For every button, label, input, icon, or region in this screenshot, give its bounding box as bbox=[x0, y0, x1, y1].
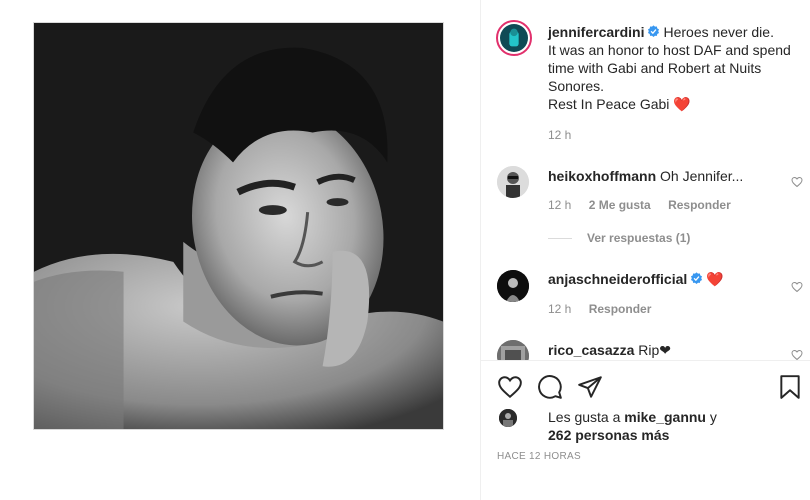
liker-avatar-image bbox=[499, 409, 517, 427]
commenter-avatar-image bbox=[497, 166, 529, 198]
comment-item: anjaschneiderofficial ❤️ bbox=[548, 270, 783, 288]
author-avatar[interactable] bbox=[496, 20, 532, 56]
comment-text: Oh Jennifer... bbox=[660, 168, 744, 184]
comment-username[interactable]: rico_casazza bbox=[548, 342, 634, 358]
replies-line bbox=[548, 238, 572, 239]
caption-line: It was an honor to host DAF and spend bbox=[548, 42, 791, 58]
post-photo-image bbox=[34, 23, 443, 429]
author-avatar-image bbox=[500, 24, 528, 52]
commenter-avatar[interactable] bbox=[497, 166, 529, 198]
verified-icon bbox=[691, 272, 703, 285]
commenter-avatar-image bbox=[497, 270, 529, 302]
comment-username[interactable]: heikoxhoffmann bbox=[548, 168, 656, 184]
likes-suffix: y bbox=[705, 409, 717, 425]
verified-icon bbox=[648, 25, 660, 38]
caption-line: time with Gabi and Robert at Nuits bbox=[548, 60, 762, 76]
comment-like-heart-icon[interactable] bbox=[791, 281, 803, 293]
post-caption: jennifercardini Heroes never die. It was… bbox=[548, 23, 798, 113]
author-username[interactable]: jennifercardini bbox=[548, 24, 644, 40]
likes-summary: Les gusta a mike_gannu y 262 personas má… bbox=[548, 408, 788, 444]
comment-time[interactable]: 12 h bbox=[548, 198, 571, 212]
view-replies-button[interactable]: Ver respuestas (1) bbox=[587, 231, 690, 245]
heart-icon[interactable] bbox=[497, 374, 523, 400]
caption-meta: 12 h bbox=[548, 128, 585, 142]
comment-meta: 12 h Responder bbox=[548, 302, 665, 316]
liker-username[interactable]: mike_gannu bbox=[624, 409, 706, 425]
comment-likes[interactable]: 2 Me gusta bbox=[589, 198, 651, 212]
comment-reply-button[interactable]: Responder bbox=[589, 302, 652, 316]
comment-like-heart-icon[interactable] bbox=[791, 176, 803, 188]
caption-line: Rest In Peace Gabi ❤️ bbox=[548, 96, 691, 112]
comment-item: rico_casazza Rip❤ bbox=[548, 341, 783, 359]
post-photo[interactable] bbox=[33, 22, 444, 430]
comment-time[interactable]: 12 h bbox=[548, 302, 571, 316]
comment-meta: 12 h 2 Me gusta Responder bbox=[548, 198, 745, 212]
bookmark-icon[interactable] bbox=[777, 374, 803, 400]
commenter-avatar[interactable] bbox=[497, 270, 529, 302]
likes-others-count[interactable]: 262 personas más bbox=[548, 427, 669, 443]
liker-avatar[interactable] bbox=[499, 409, 517, 427]
caption-time[interactable]: 12 h bbox=[548, 128, 571, 142]
comment-item: heikoxhoffmann Oh Jennifer... bbox=[548, 167, 783, 185]
comment-text: Rip❤ bbox=[638, 342, 672, 358]
actions-divider bbox=[481, 360, 810, 361]
comment-icon[interactable] bbox=[537, 374, 563, 400]
comment-username[interactable]: anjaschneiderofficial bbox=[548, 271, 687, 287]
likes-prefix: Les gusta a bbox=[548, 409, 625, 425]
comment-text: ❤️ bbox=[706, 271, 724, 287]
caption-line: Sonores. bbox=[548, 78, 605, 94]
comment-reply-button[interactable]: Responder bbox=[668, 198, 731, 212]
post-timestamp[interactable]: HACE 12 HORAS bbox=[497, 451, 581, 462]
share-icon[interactable] bbox=[577, 374, 603, 400]
caption-line: Heroes never die. bbox=[663, 24, 774, 40]
